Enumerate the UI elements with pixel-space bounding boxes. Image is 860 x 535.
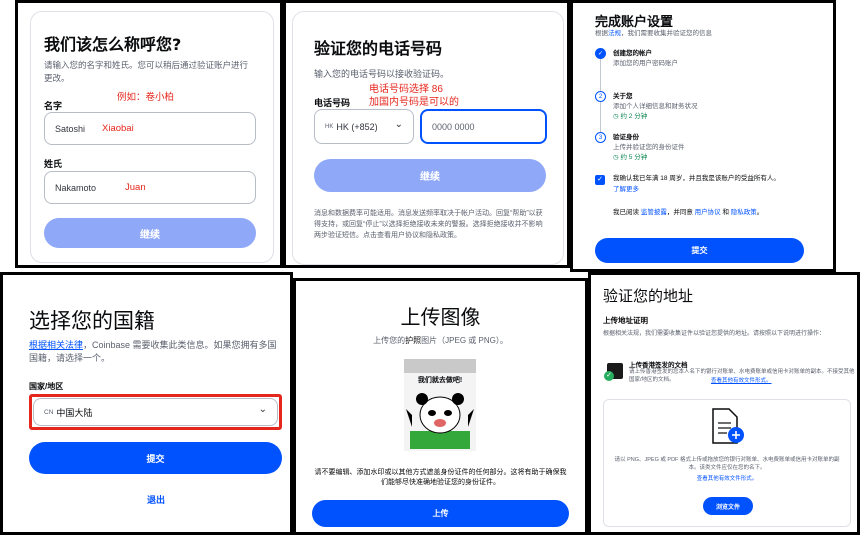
user-agreement-link[interactable]: 用户协议 [695,209,721,216]
privacy-policy-link[interactable]: 隐私政策 [731,209,757,216]
page-title: 验证您的电话号码 [314,39,443,58]
regulation-link[interactable]: 法规 [608,30,621,37]
phone-number-input[interactable]: 0000 0000 [420,109,547,144]
step-time: ◷ 约 2 分钟 [613,113,648,120]
step-title: 关于您 [613,93,633,100]
browse-files-button[interactable]: 浏览文件 [703,497,753,515]
page-desc: 根据相关法律，Coinbase 需要收集此类信息。如果您拥有多国国籍，请选择一个… [29,340,277,363]
first-name-input[interactable]: Satoshi [44,112,256,145]
step-1-check-icon: ✓ [595,48,606,59]
hk-flag-icon: HK [325,123,334,130]
upload-other-forms-link[interactable]: 查看其他有效文件形式。 [591,474,857,482]
phone-annotation-2: 加国内号码是可以的 [369,97,459,108]
first-name-label: 名字 [44,101,63,111]
meme-caption: 我们就去做吧! [417,377,463,384]
learn-more-link[interactable]: 了解更多 [613,185,639,195]
step-desc: 添加您的用户密码账户 [613,60,678,67]
passport-word: 护照 [405,336,422,345]
page-subtitle: 上传您的护照图片（JPEG 或 PNG）。 [373,336,508,345]
first-name-annotation: Xiaobai [102,123,134,134]
step-3-number: 3 [595,132,606,143]
page-title: 上传图像 [400,305,481,329]
upload-note: 请不要编辑、添加水印或以其他方式遮盖身份证件的任何部分。这将有助于确保我们能够尽… [314,469,567,486]
confirm-checkbox[interactable]: ✓ [595,175,605,185]
country-label: 国家/地区 [29,382,64,391]
doc-other-forms-link[interactable]: 查看其他有效文件形式。 [711,376,772,384]
panel-account-setup: 完成账户设置 根据法规，我们需要收集并验证您的信息 ✓ 创建您的帐户 添加您的用… [570,0,836,272]
last-name-annotation: Juan [125,182,146,193]
page-title: 选择您的国籍 [29,309,155,333]
country-value: 中国大陆 [56,407,93,418]
agreement-text: 我已阅读 监管披露，并同意 用户协议 和 隐私政策。 [613,209,764,216]
logout-link[interactable]: 退出 [147,493,165,506]
first-name-value: Satoshi [55,123,86,134]
step-title: 创建您的帐户 [613,50,652,57]
confirm-text: 我确认我已年满 18 周岁，并且我是该账户的受益所有人。 [613,175,780,182]
chevron-down-icon: ⌄ [258,404,267,415]
country-code-select[interactable]: HK HK (+852) ⌄ [314,109,414,144]
continue-button[interactable]: 继续 [314,159,546,192]
cn-flag-icon: CN [44,408,54,416]
upload-button[interactable]: 上传 [312,500,569,527]
phone-placeholder: 0000 0000 [432,121,475,132]
step-1: 创建您的帐户 添加您的用户密码账户 [613,49,678,69]
page-intro: 根据法规，我们需要收集并验证您的信息 [595,30,712,37]
last-name-value: Nakamoto [55,182,97,193]
panda-meme-icon [406,393,474,449]
chevron-down-icon: ⌄ [394,119,403,130]
step-2: 关于您 添加个人详细信息和财务状况 ◷ 约 2 分钟 [613,92,698,122]
country-code-value: HK (+852) [336,121,378,132]
step-desc: 添加个人详细信息和财务状况 [613,103,698,110]
step-time: ◷ 约 5 分钟 [613,154,648,161]
page-subtitle: 输入您的电话号码以接收验证码。 [314,69,450,79]
panel-nationality: 选择您的国籍 根据相关法律，Coinbase 需要收集此类信息。如果您拥有多国国… [0,272,293,535]
example-annotation: 例如：卷小柏 [117,92,175,103]
step-desc: 上传并验证您的身份证件 [613,144,685,151]
relevant-law-link[interactable]: 根据相关法律 [29,340,83,350]
step-3: 验证身份 上传并验证您的身份证件 ◷ 约 5 分钟 [613,133,685,163]
submit-button[interactable]: 提交 [29,442,282,474]
panel-name-entry: 我们该怎么称呼您? 请输入您的名字和姓氏。您可以稍后通过验证账户进行更改。 名字… [15,0,283,268]
section-title: 上传地址证明 [603,316,648,325]
country-select[interactable]: CN 中国大陆 ⌄ [33,398,278,426]
page-title: 完成账户设置 [595,15,674,30]
phone-label: 电话号码 [314,98,351,108]
last-name-input[interactable]: Nakamoto [44,171,256,204]
uploaded-image-preview: 我们就去做吧! [404,359,476,451]
image-top-strip [404,359,476,373]
last-name-label: 姓氏 [44,159,63,169]
page-title: 验证您的地址 [603,287,694,305]
sms-disclaimer: 消息和数据费率可能适用。消息发送频率取决于帐户活动。回复“帮助”以获得支持，或回… [314,210,543,239]
submit-button[interactable]: 提交 [595,238,804,263]
step-2-number: 2 [595,91,606,102]
panel-phone-verify: 验证您的电话号码 输入您的电话号码以接收验证码。 电话号码选择 86 加国内号码… [283,0,570,268]
panel-upload-image: 上传图像 上传您的护照图片（JPEG 或 PNG）。 我们就去做吧! 请不要编辑… [293,278,588,535]
section-desc: 根据相关法规，我们需要收集证件以验证您提供的地址。请按照以下说明进行操作： [603,331,826,337]
step-title: 验证身份 [613,134,639,141]
page-title: 我们该怎么称呼您? [44,35,182,54]
continue-button[interactable]: 继续 [44,218,256,248]
panel-verify-address: 验证您的地址 上传地址证明 根据相关法规，我们需要收集证件以验证您提供的地址。请… [588,272,860,535]
file-add-icon [712,408,744,444]
page-subtitle: 请输入您的名字和姓氏。您可以稍后通过验证账户进行更改。 [44,60,249,83]
document-icon: ✓ [604,363,623,381]
regulatory-disclosure-link[interactable]: 监管披露 [641,209,667,216]
upload-desc: 请以 PNG、JPEG 或 PDF 格式上传或拖放您的银行对账单、水电费账单或信… [614,457,840,471]
